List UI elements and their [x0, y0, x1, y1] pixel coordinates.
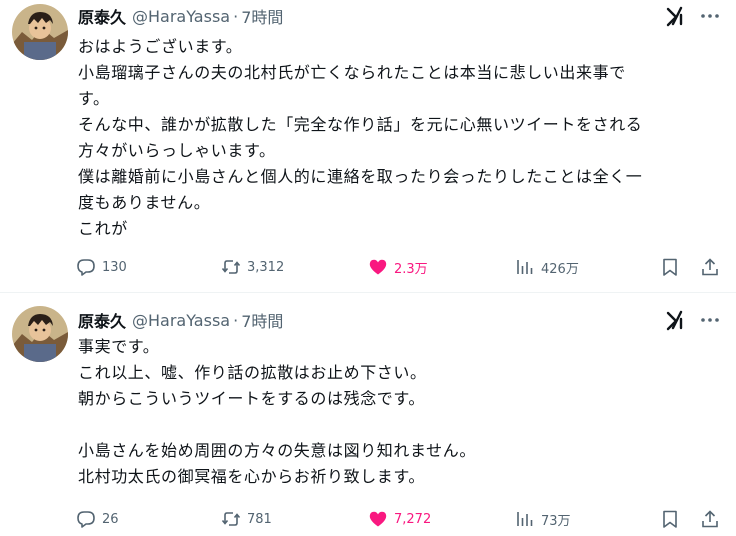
views-count: 426万 [541, 261, 579, 277]
reply-button[interactable]: 130 [76, 254, 127, 280]
grok-icon[interactable] [664, 5, 686, 27]
tweet-text-line: これが [78, 219, 128, 238]
tweet[interactable]: 原泰久 @HaraYassa · 7時間 おはようございます。 小島瑠璃子さんの… [0, 0, 736, 292]
timestamp[interactable]: 7時間 [241, 308, 283, 332]
views-chart-icon [517, 512, 533, 526]
heart-icon [369, 511, 387, 527]
tweet-text-line: 小島さんを始め周囲の方々の失意は図り知れません。 [78, 441, 476, 460]
bookmark-icon [663, 258, 677, 276]
tweet-text-line: す。 [78, 89, 110, 108]
like-button[interactable]: 7,272 [368, 506, 431, 532]
retweet-button[interactable]: 3,312 [221, 254, 284, 280]
avatar[interactable] [12, 306, 68, 362]
tweet-text-line: おはようございます。 [78, 37, 243, 56]
bookmark-button[interactable] [660, 254, 680, 280]
like-count: 7,272 [394, 511, 432, 527]
display-name[interactable]: 原泰久 [78, 4, 126, 28]
views-button[interactable]: 73万 [515, 506, 571, 532]
views-count: 73万 [541, 513, 571, 529]
tweet-text-line: これ以上、嘘、作り話の拡散はお止め下さい。 [78, 363, 427, 382]
avatar[interactable] [12, 4, 68, 60]
retweet-icon [221, 512, 241, 526]
like-button[interactable]: 2.3万 [368, 254, 428, 280]
tweet-header: 原泰久 @HaraYassa · 7時間 [78, 308, 283, 332]
tweet-text-line: 小島瑠璃子さんの夫の北村氏が亡くなられたことは本当に悲しい出来事で [78, 63, 626, 82]
share-icon [702, 258, 718, 276]
tweet-text-line: 方々がいらっしゃいます。 [78, 141, 276, 160]
tweet-text: おはようございます。 小島瑠璃子さんの夫の北村氏が亡くなられたことは本当に悲しい… [78, 34, 726, 242]
reply-button[interactable]: 26 [76, 506, 119, 532]
more-icon[interactable] [699, 5, 721, 27]
reply-count: 130 [102, 259, 127, 275]
tweet-text-blank-line [78, 412, 726, 438]
tweet-header: 原泰久 @HaraYassa · 7時間 [78, 4, 283, 28]
views-button[interactable]: 426万 [515, 254, 579, 280]
reply-count: 26 [102, 511, 119, 527]
more-icon[interactable] [699, 309, 721, 331]
retweet-icon [221, 260, 241, 274]
tweet-text-line: 僕は離婚前に小島さんと個人的に連絡を取ったり会ったりしたことは全く一 [78, 167, 643, 186]
display-name[interactable]: 原泰久 [78, 308, 126, 332]
tweet-text-line: 朝からこういうツイートをするのは残念です。 [78, 389, 426, 408]
reply-icon [77, 259, 95, 276]
tweet[interactable]: 原泰久 @HaraYassa · 7時間 事実です。 これ以上、嘘、作り話の拡散… [0, 292, 736, 536]
avatar-image [12, 4, 68, 60]
handle[interactable]: @HaraYassa [132, 7, 230, 26]
timestamp[interactable]: 7時間 [241, 4, 283, 28]
share-button[interactable] [700, 506, 720, 532]
tweet-text-line: 事実です。 [78, 337, 160, 356]
heart-icon [369, 259, 387, 275]
tweet-text-line: そんな中、誰かが拡散した「完全な作り話」を元に心無いツイートをされる [78, 115, 643, 134]
tweet-actions: 130 3,312 2.3万 426万 [76, 254, 726, 280]
tweet-text-line: 北村功太氏の御冥福を心からお祈り致します。 [78, 467, 426, 486]
bookmark-button[interactable] [660, 506, 680, 532]
handle[interactable]: @HaraYassa [132, 311, 230, 330]
reply-icon [77, 511, 95, 528]
retweet-button[interactable]: 781 [221, 506, 272, 532]
like-count: 2.3万 [394, 261, 428, 277]
views-chart-icon [517, 260, 533, 274]
avatar-image [12, 306, 68, 362]
bookmark-icon [663, 510, 677, 528]
tweet-text-line: 度もありません。 [78, 193, 211, 212]
grok-icon[interactable] [664, 309, 686, 331]
share-icon [702, 510, 718, 528]
retweet-count: 3,312 [247, 259, 285, 275]
share-button[interactable] [700, 254, 720, 280]
separator-dot: · [233, 6, 239, 26]
separator-dot: · [233, 310, 239, 330]
retweet-count: 781 [247, 511, 272, 527]
tweet-text: 事実です。 これ以上、嘘、作り話の拡散はお止め下さい。 朝からこういうツイートを… [78, 334, 726, 490]
tweet-actions: 26 781 7,272 73万 [76, 506, 726, 532]
